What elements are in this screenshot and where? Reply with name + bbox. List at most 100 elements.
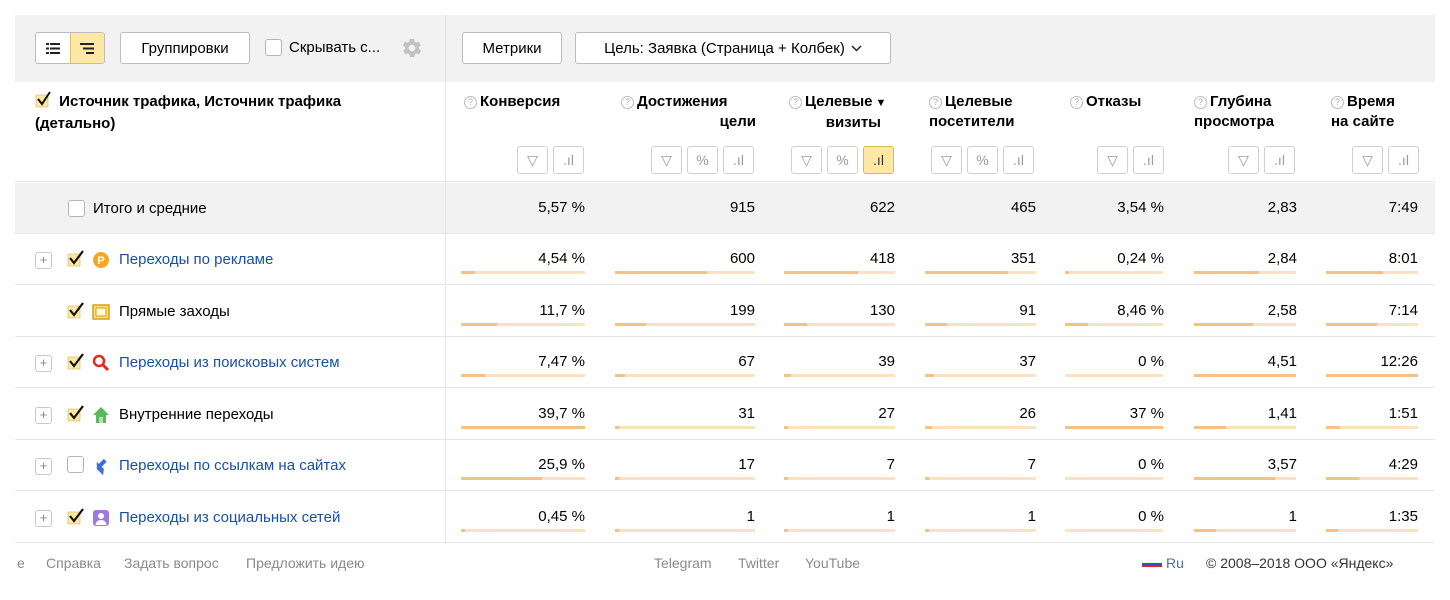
- expand-row-button[interactable]: +: [35, 458, 52, 475]
- col-conversion-header[interactable]: ? Конверсия: [464, 92, 560, 112]
- footer-lang-link[interactable]: Ru: [1166, 555, 1184, 571]
- footer-telegram-link[interactable]: Telegram: [654, 555, 712, 571]
- bar-fill: [925, 426, 932, 429]
- chart-bars-icon[interactable]: .ıl: [723, 146, 754, 174]
- bar-fill: [461, 477, 542, 480]
- table-row[interactable]: + Переходы по ссылкам на сайтах 25,9 % 17 7 7…: [15, 440, 1435, 491]
- metrics-button[interactable]: Метрики: [462, 32, 562, 64]
- footer-cut-link[interactable]: е: [17, 555, 25, 571]
- groupings-button[interactable]: Группировки: [120, 32, 250, 64]
- help-icon[interactable]: ?: [1070, 96, 1083, 109]
- chart-bars-icon[interactable]: .ıl: [553, 146, 584, 174]
- help-icon[interactable]: ?: [789, 96, 802, 109]
- column-divider: [445, 82, 446, 182]
- bar-time: [1326, 323, 1418, 326]
- bar-goals: [615, 374, 755, 377]
- bar-fill: [925, 529, 929, 532]
- col-target-visits-header[interactable]: ? Целевые ▼ визиты: [789, 92, 899, 133]
- row-source-label[interactable]: Переходы по рекламе: [119, 234, 273, 285]
- bar-target-visits: [784, 374, 895, 377]
- row-checkbox-checked[interactable]: [67, 351, 87, 371]
- filter-icon[interactable]: ▽: [791, 146, 822, 174]
- col-goals-header[interactable]: ? Достижения цели: [621, 92, 756, 132]
- row-checkbox-checked[interactable]: [67, 300, 87, 320]
- expand-row-button[interactable]: +: [35, 252, 52, 269]
- row-source-label[interactable]: Переходы из поисковых систем: [119, 337, 340, 388]
- column-divider: [445, 286, 446, 336]
- cell-bounces: 0 %: [1138, 456, 1164, 473]
- checkmark-icon[interactable]: [35, 90, 55, 114]
- hide-rows-checkbox[interactable]: Скрывать с...: [265, 39, 380, 56]
- row-source-label: Внутренние переходы: [119, 406, 274, 423]
- cell-conversion: 11,7 %: [539, 302, 585, 319]
- percent-icon[interactable]: %: [967, 146, 998, 174]
- cell-target-visits: 418: [869, 250, 895, 267]
- direct-icon: [92, 303, 110, 321]
- filter-icon[interactable]: ▽: [517, 146, 548, 174]
- filter-icon[interactable]: ▽: [1097, 146, 1128, 174]
- help-icon[interactable]: ?: [1194, 96, 1207, 109]
- row-checkbox-checked[interactable]: [67, 248, 87, 268]
- row-checkbox-box[interactable]: [67, 456, 84, 473]
- table-row[interactable]: + Внутренние переходы 39,7 % 31 27 26 37 % 1,41…: [15, 389, 1435, 440]
- totals-label[interactable]: Итого и средние: [68, 183, 207, 234]
- total-depth: 2,83: [1267, 199, 1297, 216]
- expand-row-button[interactable]: +: [35, 510, 52, 527]
- row-checkbox[interactable]: [67, 454, 87, 474]
- col-depth-header[interactable]: ? Глубина просмотра: [1194, 92, 1274, 132]
- col-target-visitors-header[interactable]: ? Целевые посетители: [929, 92, 1015, 132]
- bar-goals: [615, 271, 755, 274]
- filter-icon[interactable]: ▽: [1228, 146, 1259, 174]
- cell-bounces: 0,24 %: [1117, 250, 1164, 267]
- col-bounces-header[interactable]: ? Отказы: [1070, 92, 1141, 112]
- footer-idea-link[interactable]: Предложить идею: [246, 555, 365, 571]
- totals-row: Итого и средние 5,57 % 915 622 465 3,54 …: [15, 183, 1435, 234]
- table-row[interactable]: + Переходы из социальных сетей 0,45 % 1 1 1 0 …: [15, 492, 1435, 543]
- total-time: 7:49: [1388, 199, 1418, 216]
- cell-target-visitors: 91: [1019, 302, 1036, 319]
- col-label: Конверсия: [480, 93, 561, 110]
- column-divider: [445, 389, 446, 439]
- row-checkbox-checked[interactable]: [67, 403, 87, 423]
- footer-twitter-link[interactable]: Twitter: [738, 555, 779, 571]
- col-time-header[interactable]: ? Время на сайте: [1331, 92, 1395, 132]
- table-row[interactable]: + Переходы из поисковых систем 7,47 % 67 39 3…: [15, 337, 1435, 388]
- hide-rows-checkbox-box[interactable]: [265, 39, 282, 56]
- page-footer: е Справка Задать вопрос Предложить идею …: [0, 552, 1450, 576]
- column-divider: [445, 440, 446, 490]
- list-view-button[interactable]: [36, 33, 70, 63]
- goal-select[interactable]: Цель: Заявка (Страница + Колбек): [575, 32, 891, 64]
- cell-target-visits: 7: [886, 456, 895, 473]
- chart-bars-icon[interactable]: .ıl: [863, 146, 894, 174]
- row-source-label[interactable]: Переходы по ссылкам на сайтах: [119, 440, 346, 491]
- totals-checkbox[interactable]: [68, 200, 85, 217]
- chart-bars-icon[interactable]: .ıl: [1003, 146, 1034, 174]
- expand-row-button[interactable]: +: [35, 355, 52, 372]
- gear-icon[interactable]: [401, 37, 423, 59]
- footer-youtube-link[interactable]: YouTube: [805, 555, 860, 571]
- percent-icon[interactable]: %: [687, 146, 718, 174]
- help-icon[interactable]: ?: [929, 96, 942, 109]
- filter-icon[interactable]: ▽: [651, 146, 682, 174]
- percent-icon[interactable]: %: [827, 146, 858, 174]
- dimension-header[interactable]: Источник трафика, Источник трафика (дета…: [35, 90, 405, 134]
- help-icon[interactable]: ?: [621, 96, 634, 109]
- filter-icon[interactable]: ▽: [1352, 146, 1383, 174]
- chart-bars-icon[interactable]: .ıl: [1264, 146, 1295, 174]
- bar-fill: [1326, 374, 1418, 377]
- cell-target-visitors: 351: [1010, 250, 1036, 267]
- row-checkbox-checked[interactable]: [67, 506, 87, 526]
- table-row[interactable]: + Р Переходы по рекламе 4,54 % 600 418 351 0,24…: [15, 234, 1435, 285]
- bar-time: [1326, 271, 1418, 274]
- footer-help-link[interactable]: Справка: [46, 555, 101, 571]
- chart-bars-icon[interactable]: .ıl: [1388, 146, 1419, 174]
- filter-icon[interactable]: ▽: [931, 146, 962, 174]
- table-row[interactable]: Прямые заходы 11,7 % 199 130 91 8,46 % 2,58 7:1…: [15, 286, 1435, 337]
- help-icon[interactable]: ?: [464, 96, 477, 109]
- footer-ask-link[interactable]: Задать вопрос: [124, 555, 219, 571]
- row-source-label[interactable]: Переходы из социальных сетей: [119, 492, 340, 543]
- tree-view-button[interactable]: [69, 33, 104, 63]
- help-icon[interactable]: ?: [1331, 96, 1344, 109]
- chart-bars-icon[interactable]: .ıl: [1133, 146, 1164, 174]
- expand-row-button[interactable]: +: [35, 407, 52, 424]
